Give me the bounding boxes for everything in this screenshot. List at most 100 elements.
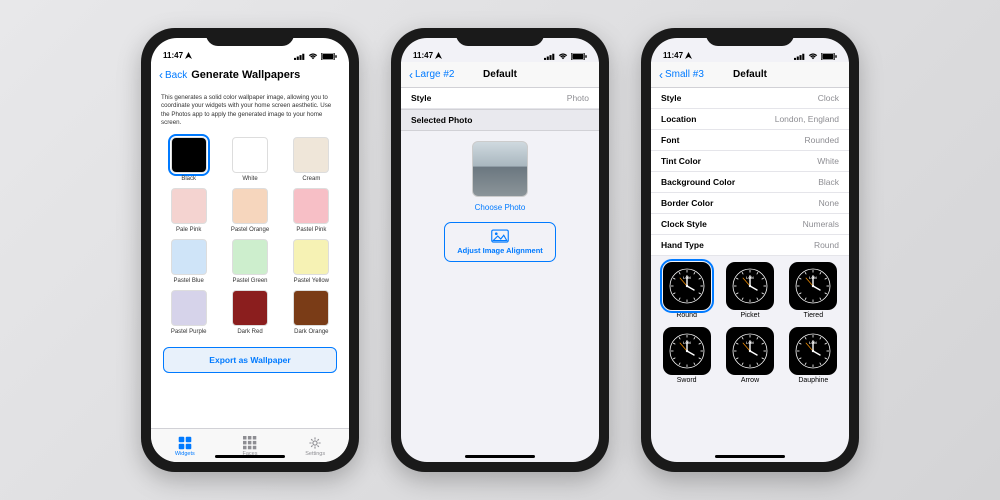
- color-swatch-item[interactable]: Cream: [286, 137, 337, 182]
- settings-row[interactable]: StyleClock: [651, 88, 849, 109]
- export-wallpaper-button[interactable]: Export as Wallpaper: [163, 347, 337, 373]
- clock-preview[interactable]: LON: [789, 327, 837, 375]
- wifi-icon: [808, 53, 818, 60]
- settings-row[interactable]: Clock StyleNumerals: [651, 214, 849, 235]
- clock-label: Tiered: [804, 312, 824, 319]
- settings-row[interactable]: StylePhoto: [401, 88, 599, 109]
- color-swatch-item[interactable]: Pastel Purple: [163, 290, 214, 335]
- chevron-left-icon: ‹: [409, 68, 413, 82]
- settings-key: Location: [661, 114, 696, 124]
- widgets-icon: [178, 436, 192, 450]
- color-swatch[interactable]: [171, 290, 207, 326]
- clock-label: Picket: [740, 312, 759, 319]
- color-label: Dark Red: [237, 329, 262, 335]
- settings-value: Numerals: [803, 219, 839, 229]
- color-swatch[interactable]: [232, 137, 268, 173]
- color-grid: Black White Cream Pale Pink Pastel Orange Pas…: [151, 133, 349, 339]
- clock-label: Arrow: [741, 377, 759, 384]
- tab-widgets[interactable]: Widgets: [175, 436, 195, 457]
- clock-hand-option[interactable]: LON Round: [659, 262, 714, 319]
- wifi-icon: [308, 53, 318, 60]
- color-swatch[interactable]: [293, 239, 329, 275]
- home-indicator[interactable]: [715, 455, 785, 458]
- clock-preview[interactable]: LON: [663, 327, 711, 375]
- adjust-label: Adjust Image Alignment: [457, 246, 543, 255]
- color-label: Pastel Orange: [231, 227, 269, 233]
- clock-hand-option[interactable]: LON Dauphine: [786, 327, 841, 384]
- settings-value: Photo: [567, 93, 589, 103]
- color-swatch-item[interactable]: Dark Orange: [286, 290, 337, 335]
- color-swatch-item[interactable]: Pale Pink: [163, 188, 214, 233]
- notch: [456, 28, 544, 46]
- tab-faces[interactable]: Faces: [243, 436, 258, 457]
- color-swatch-item[interactable]: Dark Red: [224, 290, 275, 335]
- color-label: Dark Orange: [294, 329, 328, 335]
- location-icon: [435, 52, 442, 59]
- back-button[interactable]: ‹ Back: [159, 68, 187, 82]
- color-label: Pastel Green: [232, 278, 267, 284]
- color-swatch[interactable]: [232, 188, 268, 224]
- faces-icon: [243, 436, 257, 450]
- notch: [706, 28, 794, 46]
- location-icon: [685, 52, 692, 59]
- color-swatch[interactable]: [293, 290, 329, 326]
- color-swatch[interactable]: [171, 188, 207, 224]
- tab-settings[interactable]: Settings: [305, 436, 325, 457]
- settings-icon: [308, 436, 322, 450]
- color-swatch-item[interactable]: White: [224, 137, 275, 182]
- settings-key: Style: [661, 93, 681, 103]
- settings-row[interactable]: Border ColorNone: [651, 193, 849, 214]
- color-label: Cream: [302, 176, 320, 182]
- settings-row[interactable]: Font Rounded: [651, 130, 849, 151]
- settings-key: Font: [661, 135, 679, 145]
- clock-hand-option[interactable]: LON Tiered: [786, 262, 841, 319]
- color-swatch-item[interactable]: Pastel Yellow: [286, 239, 337, 284]
- home-indicator[interactable]: [465, 455, 535, 458]
- settings-row[interactable]: Background ColorBlack: [651, 172, 849, 193]
- color-swatch[interactable]: [232, 290, 268, 326]
- color-swatch[interactable]: [171, 239, 207, 275]
- settings-row[interactable]: Tint ColorWhite: [651, 151, 849, 172]
- battery-icon: [321, 53, 337, 60]
- color-swatch-item[interactable]: Pastel Blue: [163, 239, 214, 284]
- nav-bar: ‹ Small #3 Default: [651, 62, 849, 88]
- photo-thumbnail[interactable]: [472, 141, 528, 197]
- clock-hand-option[interactable]: LON Picket: [722, 262, 777, 319]
- color-swatch-item[interactable]: Pastel Pink: [286, 188, 337, 233]
- clock-preview[interactable]: LON: [789, 262, 837, 310]
- clock-hand-option[interactable]: LON Arrow: [722, 327, 777, 384]
- settings-row[interactable]: LocationLondon, England: [651, 109, 849, 130]
- color-swatch[interactable]: [171, 137, 207, 173]
- settings-row[interactable]: Hand TypeRound: [651, 235, 849, 256]
- clock-label: Sword: [677, 377, 697, 384]
- home-indicator[interactable]: [215, 455, 285, 458]
- tab-label: Settings: [305, 451, 325, 457]
- color-swatch-item[interactable]: Black: [163, 137, 214, 182]
- adjust-image-alignment-button[interactable]: Adjust Image Alignment: [444, 222, 556, 262]
- clock-preview[interactable]: LON: [726, 327, 774, 375]
- chevron-left-icon: ‹: [159, 68, 163, 82]
- color-swatch[interactable]: [293, 137, 329, 173]
- clock-preview[interactable]: LON: [663, 262, 711, 310]
- settings-value: Rounded: [804, 135, 839, 145]
- settings-key: Border Color: [661, 198, 713, 208]
- clock-hand-option[interactable]: LON Sword: [659, 327, 714, 384]
- signal-icon: [794, 53, 805, 60]
- wifi-icon: [558, 53, 568, 60]
- clock-preview[interactable]: LON: [726, 262, 774, 310]
- color-swatch-item[interactable]: Pastel Orange: [224, 188, 275, 233]
- color-swatch[interactable]: [293, 188, 329, 224]
- back-button[interactable]: ‹ Large #2: [409, 68, 454, 82]
- color-swatch[interactable]: [232, 239, 268, 275]
- nav-bar: ‹ Large #2 Default: [401, 62, 599, 88]
- color-label: Pale Pink: [176, 227, 201, 233]
- color-label: Black: [181, 176, 196, 182]
- color-label: White: [242, 176, 257, 182]
- settings-key: Tint Color: [661, 156, 701, 166]
- image-icon: [491, 229, 509, 243]
- back-button[interactable]: ‹ Small #3: [659, 68, 704, 82]
- choose-photo-button[interactable]: Choose Photo: [475, 203, 526, 212]
- signal-icon: [544, 53, 555, 60]
- color-label: Pastel Yellow: [294, 278, 329, 284]
- color-swatch-item[interactable]: Pastel Green: [224, 239, 275, 284]
